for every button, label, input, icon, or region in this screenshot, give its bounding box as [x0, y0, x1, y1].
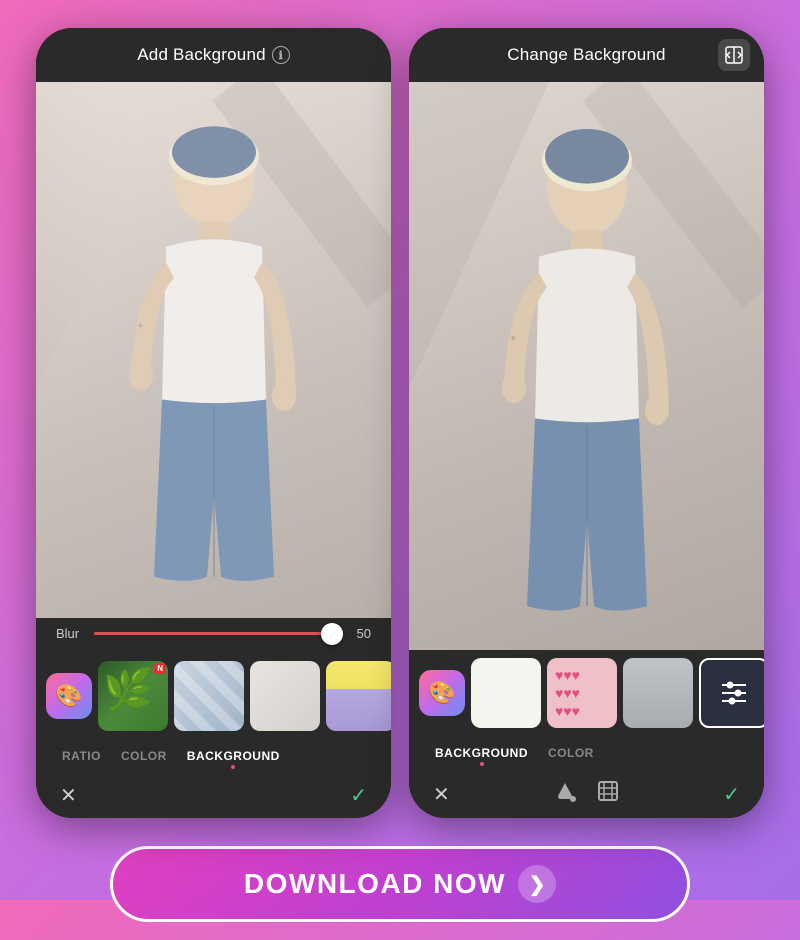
svg-text:✦: ✦ [509, 334, 517, 345]
right-action-bar: ✕ ✓ [409, 770, 764, 818]
right-phone: Change Background [409, 28, 764, 818]
info-icon[interactable]: ℹ [272, 46, 290, 64]
download-button-text: DOWNLOAD NOW [244, 868, 506, 900]
left-thumb-tropical[interactable]: N [98, 661, 168, 731]
right-phone-title: Change Background [507, 45, 665, 65]
right-bg-shadow-svg: ✦ [409, 82, 764, 650]
left-photo-sim: ✦ [36, 82, 391, 618]
compare-icon [725, 46, 743, 64]
left-phone-title: Add Background [137, 45, 266, 65]
new-badge: N [154, 663, 166, 674]
right-fill-icon[interactable] [555, 780, 577, 808]
svg-text:✦: ✦ [136, 321, 144, 332]
sliders-icon [716, 675, 752, 711]
right-photo-sim: ✦ [409, 82, 764, 650]
left-thumb-geometric[interactable] [174, 661, 244, 731]
bg-shadow-svg: ✦ [36, 82, 391, 618]
left-tab-background[interactable]: BACKGROUND [177, 745, 290, 767]
left-photo-area: ✦ [36, 82, 391, 618]
right-photo-area: ✦ [409, 82, 764, 650]
blur-label: Blur [56, 626, 84, 641]
left-action-bar: ✕ ✓ [36, 773, 391, 818]
right-thumb-pink-hearts[interactable] [547, 658, 617, 728]
compare-button[interactable] [718, 39, 750, 71]
right-phone-header: Change Background [409, 28, 764, 82]
blur-thumb[interactable] [321, 623, 343, 645]
blur-slider-area: Blur 50 [36, 618, 391, 653]
left-confirm-icon[interactable]: ✓ [350, 783, 367, 808]
right-bottom-tabs: BACKGROUND COLOR [409, 736, 764, 770]
download-arrow-icon: ❯ [518, 865, 556, 903]
right-tab-background[interactable]: BACKGROUND [425, 742, 538, 764]
right-cancel-icon[interactable]: ✕ [433, 782, 450, 807]
left-phone-header: Add Background ℹ [36, 28, 391, 82]
left-tab-color[interactable]: COLOR [111, 745, 177, 767]
left-thumb-pastel[interactable] [326, 661, 391, 731]
blur-track[interactable] [94, 632, 341, 635]
left-app-icon-thumb[interactable]: 🎨 [46, 673, 92, 719]
left-phone: Add Background ℹ [36, 28, 391, 818]
right-tab-color[interactable]: COLOR [538, 742, 604, 764]
blur-row: Blur 50 [56, 626, 371, 641]
right-crop-icon[interactable] [597, 780, 619, 808]
right-thumbnails-strip: 🎨 [409, 650, 764, 736]
blur-value: 50 [351, 626, 371, 641]
left-thumbnails-strip: 🎨 N [36, 653, 391, 739]
left-tab-ratio[interactable]: RATIO [52, 745, 111, 767]
right-thumb-white[interactable] [471, 658, 541, 728]
right-tab-background-dot [480, 762, 484, 766]
download-area: DOWNLOAD NOW ❯ [0, 828, 800, 940]
right-app-icon-thumb[interactable]: 🎨 [419, 670, 465, 716]
right-thumb-sliders[interactable] [699, 658, 764, 728]
download-button[interactable]: DOWNLOAD NOW ❯ [110, 846, 690, 922]
left-cancel-icon[interactable]: ✕ [60, 783, 77, 808]
left-bottom-tabs: RATIO COLOR BACKGROUND [36, 739, 391, 773]
right-thumb-gray-room[interactable] [623, 658, 693, 728]
left-thumb-marble[interactable] [250, 661, 320, 731]
right-confirm-icon[interactable]: ✓ [723, 782, 740, 807]
phones-container: Add Background ℹ [0, 0, 800, 828]
left-tab-background-dot [231, 765, 235, 769]
right-action-icon-group [555, 780, 619, 808]
